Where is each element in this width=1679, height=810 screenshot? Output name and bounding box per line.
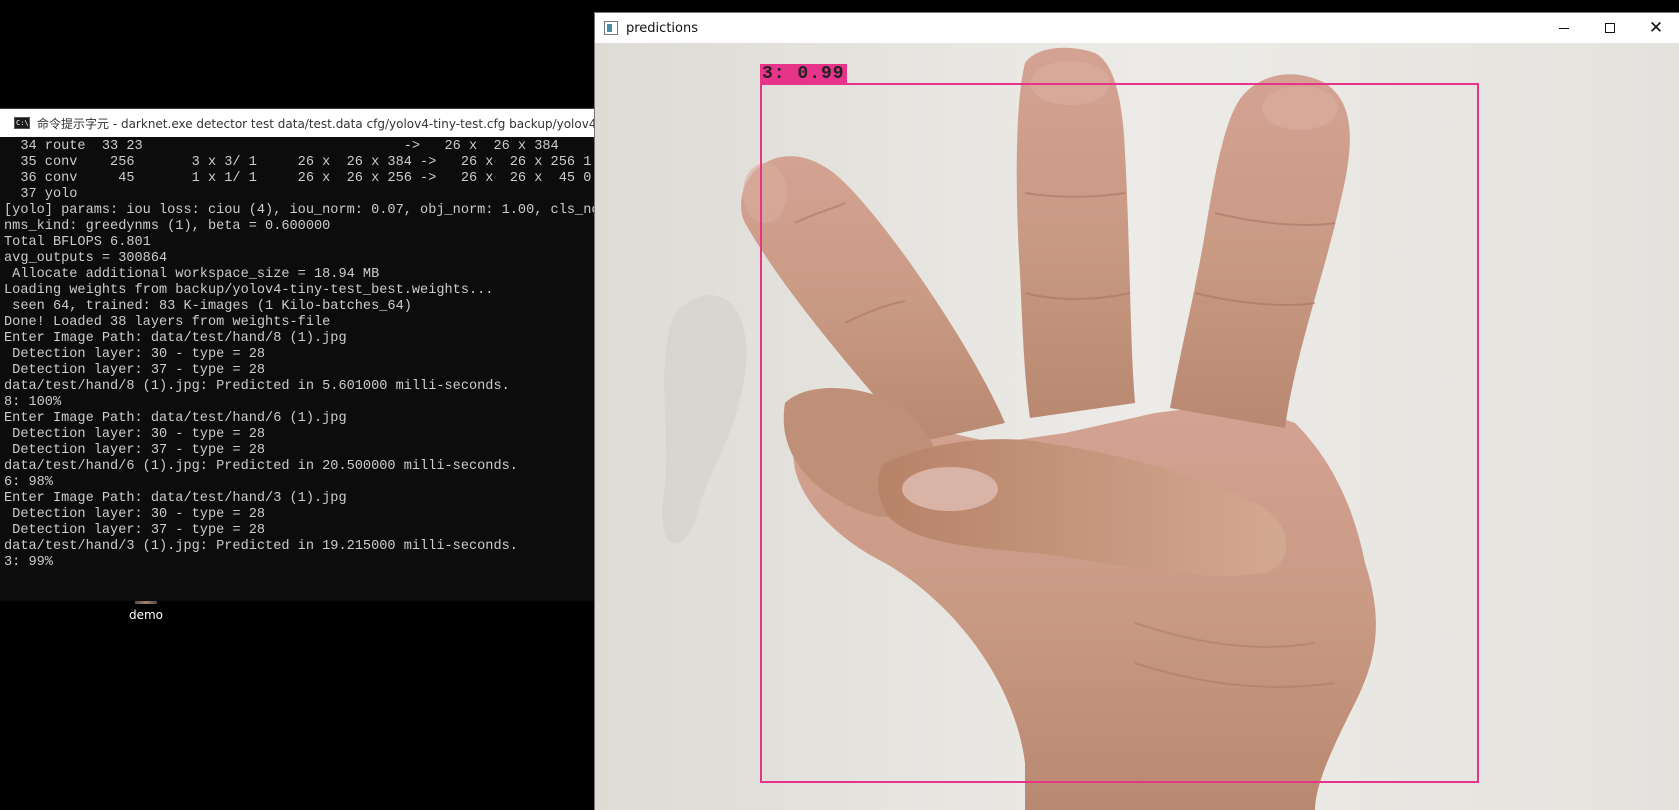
console-line: 6: 98% <box>4 475 53 490</box>
close-icon: ✕ <box>1648 17 1664 38</box>
console-line: Detection layer: 30 - type = 28 <box>4 507 266 522</box>
console-line: 34 route 33 23 -> 26 x 26 x 384 <box>4 139 559 154</box>
console-line: Allocate additional workspace_size = 18.… <box>4 267 380 282</box>
desktop-icon-label: demo <box>128 608 164 622</box>
minimize-button[interactable] <box>1541 13 1587 43</box>
maximize-button[interactable] <box>1587 13 1633 43</box>
console-line: 3: 99% <box>4 555 53 570</box>
predictions-titlebar[interactable]: predictions ✕ <box>595 13 1679 43</box>
console-line: avg_outputs = 300864 <box>4 251 168 266</box>
console-line: Enter Image Path: data/test/hand/3 (1).j… <box>4 491 347 506</box>
console-line: seen 64, trained: 83 K-images (1 Kilo-ba… <box>4 299 412 314</box>
console-line: nms_kind: greedynms (1), beta = 0.600000 <box>4 219 331 234</box>
console-title: 命令提示字元 - darknet.exe detector test data/… <box>37 116 600 131</box>
console-line: 37 yolo <box>4 187 78 202</box>
console-line: Detection layer: 30 - type = 28 <box>4 347 266 362</box>
console-line: data/test/hand/3 (1).jpg: Predicted in 1… <box>4 539 518 554</box>
console-line: Detection layer: 30 - type = 28 <box>4 427 266 442</box>
console-line: Detection layer: 37 - type = 28 <box>4 523 266 538</box>
console-titlebar[interactable]: C:\ 命令提示字元 - darknet.exe detector test d… <box>0 109 600 137</box>
console-line: 35 conv 256 3 x 3/ 1 26 x 26 x 384 -> 26… <box>4 155 600 170</box>
minimize-icon <box>1559 27 1569 29</box>
console-line: Enter Image Path: data/test/hand/6 (1).j… <box>4 411 347 426</box>
console-line: Done! Loaded 38 layers from weights-file <box>4 315 331 330</box>
console-line: Enter Image Path: data/test/hand/8 (1).j… <box>4 331 347 346</box>
console-line: Loading weights from backup/yolov4-tiny-… <box>4 283 494 298</box>
console-line: Detection layer: 37 - type = 28 <box>4 363 266 378</box>
console-line: data/test/hand/6 (1).jpg: Predicted in 2… <box>4 459 518 474</box>
window-app-icon <box>604 21 618 35</box>
predictions-window[interactable]: predictions ✕ 3: 0.99 <box>594 12 1679 810</box>
prediction-image: 3: 0.99 <box>595 43 1679 810</box>
detection-label: 3: 0.99 <box>760 64 847 84</box>
console-line: 36 conv 45 1 x 1/ 1 26 x 26 x 256 -> 26 … <box>4 171 600 186</box>
command-prompt-icon: C:\ <box>14 117 30 129</box>
console-line: Total BFLOPS 6.801 <box>4 235 151 250</box>
console-output[interactable]: 34 route 33 23 -> 26 x 26 x 384 35 conv … <box>4 139 600 601</box>
console-line: data/test/hand/8 (1).jpg: Predicted in 5… <box>4 379 510 394</box>
maximize-icon <box>1605 23 1615 33</box>
console-line: 8: 100% <box>4 395 62 410</box>
console-window[interactable]: C:\ 命令提示字元 - darknet.exe detector test d… <box>0 108 600 601</box>
detection-bounding-box <box>760 83 1479 783</box>
console-line: Detection layer: 37 - type = 28 <box>4 443 266 458</box>
close-button[interactable]: ✕ <box>1633 13 1679 43</box>
console-line: [yolo] params: iou loss: ciou (4), iou_n… <box>4 203 600 218</box>
predictions-title: predictions <box>626 20 698 36</box>
